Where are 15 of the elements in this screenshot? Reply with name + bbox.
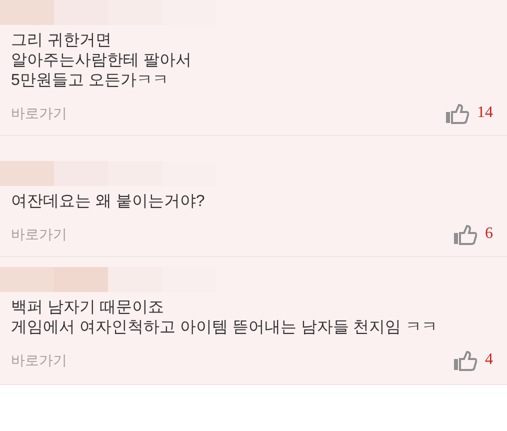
go-to-link[interactable]: 바로가기 bbox=[11, 350, 67, 370]
like-count: 14 bbox=[477, 103, 493, 123]
go-to-link[interactable]: 바로가기 bbox=[11, 102, 67, 124]
go-to-link[interactable]: 바로가기 bbox=[11, 224, 67, 244]
comment-text: 여잔데요는 왜 붙이는거야? bbox=[11, 192, 206, 212]
comment-text: 게임에서 여자인척하고 아이템 뜯어내는 남자들 천지임 ㅋㅋ bbox=[11, 318, 439, 338]
thumbs-up-icon[interactable] bbox=[454, 224, 477, 244]
like-count: 4 bbox=[485, 350, 493, 370]
like-count: 6 bbox=[485, 224, 493, 244]
comment-text: 5만원들고 오든가ㅋㅋ bbox=[11, 71, 170, 91]
comment-text: 알아주는사람한테 팔아서 bbox=[11, 51, 192, 71]
comment-text: 그리 귀한거면 bbox=[11, 31, 112, 51]
thumbs-up-icon[interactable] bbox=[454, 350, 477, 370]
thumbs-up-icon[interactable] bbox=[446, 102, 469, 124]
comment-text: 백퍼 남자기 때문이죠 bbox=[11, 298, 165, 318]
